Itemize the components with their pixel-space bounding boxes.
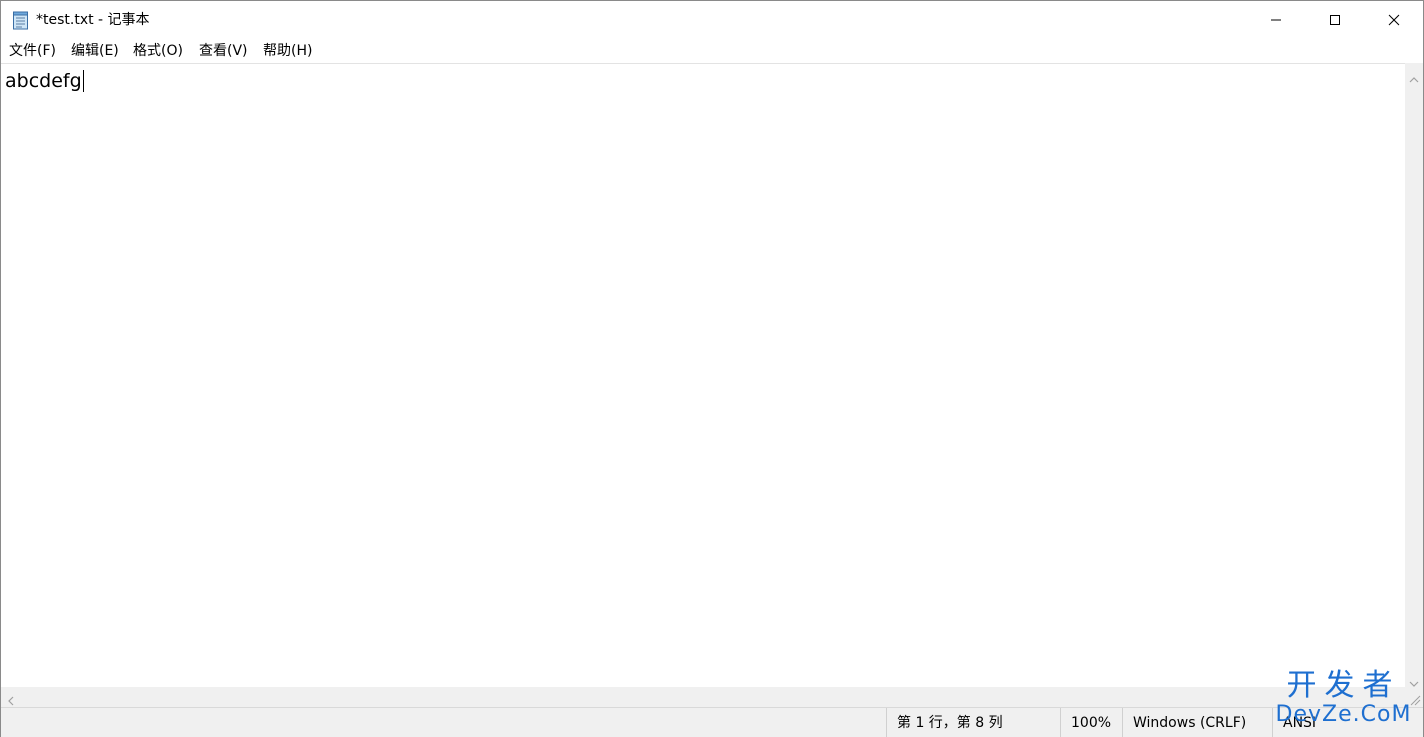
notepad-icon bbox=[12, 10, 30, 30]
menu-help[interactable]: 帮助(H) bbox=[263, 42, 312, 60]
maximize-icon bbox=[1329, 11, 1341, 30]
horizontal-scrollbar[interactable] bbox=[1, 687, 1405, 707]
close-button[interactable] bbox=[1364, 1, 1424, 39]
menu-view[interactable]: 查看(V) bbox=[199, 42, 248, 60]
title-bar[interactable]: *test.txt - 记事本 bbox=[1, 1, 1423, 39]
menu-format[interactable]: 格式(O) bbox=[133, 42, 183, 60]
status-encoding: ANSI bbox=[1272, 708, 1423, 737]
scroll-corner bbox=[1405, 687, 1423, 707]
scroll-up-arrow-icon[interactable] bbox=[1408, 69, 1420, 88]
vertical-scrollbar[interactable] bbox=[1405, 63, 1423, 687]
status-cursor-position: 第 1 行，第 8 列 bbox=[886, 708, 1060, 737]
minimize-button[interactable] bbox=[1246, 1, 1306, 39]
text-caret bbox=[82, 70, 84, 92]
notepad-window: *test.txt - 记事本 文件(F) 编辑(E) 格式(O) 查看(V) … bbox=[0, 0, 1424, 737]
maximize-button[interactable] bbox=[1305, 1, 1365, 39]
editor-content[interactable]: abcdefg bbox=[5, 70, 82, 92]
text-editor[interactable]: abcdefg bbox=[1, 63, 1405, 687]
minimize-icon bbox=[1270, 11, 1282, 30]
status-bar: 第 1 行，第 8 列 100% Windows (CRLF) ANSI bbox=[1, 707, 1423, 737]
editor-text-line[interactable]: abcdefg bbox=[5, 69, 84, 93]
status-zoom: 100% bbox=[1060, 708, 1122, 737]
menu-file[interactable]: 文件(F) bbox=[9, 42, 56, 60]
status-line-ending: Windows (CRLF) bbox=[1122, 708, 1272, 737]
close-icon bbox=[1388, 11, 1400, 30]
menu-bar: 文件(F) 编辑(E) 格式(O) 查看(V) 帮助(H) bbox=[1, 39, 1423, 63]
window-title: *test.txt - 记事本 bbox=[36, 12, 150, 28]
menu-edit[interactable]: 编辑(E) bbox=[71, 42, 119, 60]
